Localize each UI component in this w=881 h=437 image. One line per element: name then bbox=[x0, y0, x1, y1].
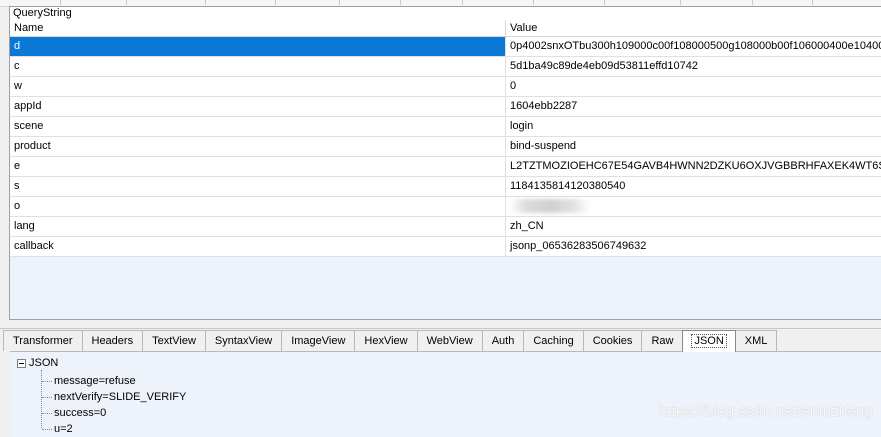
json-root-node[interactable]: JSON bbox=[17, 357, 58, 370]
tab-webview[interactable]: WebView bbox=[416, 330, 483, 351]
tree-branch-line bbox=[42, 397, 52, 398]
json-tree-item-label: nextVerify=SLIDE_VERIFY bbox=[54, 391, 187, 403]
querystring-panel: QueryString Name Value d 0p4002snxOTbu300… bbox=[9, 6, 881, 320]
tab-imageview[interactable]: ImageView bbox=[281, 330, 356, 351]
collapse-icon[interactable] bbox=[17, 359, 26, 368]
tab-label: WebView bbox=[426, 335, 473, 347]
tab-auth[interactable]: Auth bbox=[481, 330, 525, 351]
json-tree-item[interactable]: message=refuse bbox=[42, 375, 136, 388]
tab-hexview[interactable]: HexView bbox=[354, 330, 418, 351]
tab-label: HexView bbox=[364, 335, 408, 347]
cell-name: product bbox=[10, 137, 506, 156]
tab-cookies[interactable]: Cookies bbox=[582, 330, 643, 351]
json-tree-item-label: success=0 bbox=[54, 407, 107, 419]
cell-name: o bbox=[10, 197, 506, 216]
cell-value: 0p4002snxOTbu300h109000c00f108000500g108… bbox=[506, 37, 881, 56]
cell-name: appId bbox=[10, 97, 506, 116]
cell-value: 0 bbox=[510, 80, 517, 92]
cell-value: 1604ebb2287 bbox=[510, 100, 578, 112]
panel-splitter[interactable] bbox=[0, 320, 881, 329]
tab-xml[interactable]: XML bbox=[734, 330, 778, 351]
table-row[interactable]: appId 1604ebb2287 bbox=[10, 97, 881, 117]
tab-label: JSON bbox=[691, 334, 727, 348]
grid-rows: d 0p4002snxOTbu300h109000c00f108000500g10… bbox=[10, 37, 881, 257]
cell-name: callback bbox=[10, 237, 506, 256]
table-row[interactable]: o bbox=[10, 197, 881, 217]
json-tree-item[interactable]: success=0 bbox=[42, 407, 106, 420]
table-row[interactable]: product bind-suspend bbox=[10, 137, 881, 157]
table-row[interactable]: c 5d1ba49c89de4eb09d53811effd10742 bbox=[10, 57, 881, 77]
cell-value: bind-suspend bbox=[510, 140, 577, 152]
cell-name: c bbox=[10, 57, 506, 76]
tab-textview[interactable]: TextView bbox=[142, 330, 206, 351]
table-row[interactable]: e L2TZTMOZIOEHC67E54GAVB4HWNN2DZKU6OXJVGB… bbox=[10, 157, 881, 177]
cell-name: s bbox=[10, 177, 506, 196]
json-root-label: JSON bbox=[29, 357, 59, 369]
json-tree-item-label: u=2 bbox=[54, 423, 73, 435]
table-row[interactable]: scene login bbox=[10, 117, 881, 137]
table-row[interactable]: callback jsonp_06536283506749632 bbox=[10, 237, 881, 257]
json-tree-item[interactable]: nextVerify=SLIDE_VERIFY bbox=[42, 391, 186, 404]
watermark: https://blog.csdn.net/embzheng bbox=[658, 403, 873, 420]
tab-label: Auth bbox=[491, 335, 515, 347]
table-row[interactable]: d 0p4002snxOTbu300h109000c00f108000500g10… bbox=[10, 37, 881, 57]
grid-header: Name Value bbox=[10, 20, 881, 37]
cell-value bbox=[506, 197, 881, 216]
table-row[interactable]: lang zh_CN bbox=[10, 217, 881, 237]
cell-name: w bbox=[10, 77, 506, 96]
tree-branch-line bbox=[42, 413, 52, 414]
json-tree-item[interactable]: u=2 bbox=[42, 423, 73, 436]
tab-label: ImageView bbox=[291, 335, 346, 347]
json-tree-view[interactable]: JSON message=refuse nextVerify=SLIDE_VERI… bbox=[10, 351, 881, 437]
tree-branch-line bbox=[42, 381, 52, 382]
tab-label: Caching bbox=[533, 335, 574, 347]
response-tab-bar: Transformer Headers TextView SyntaxView Imag… bbox=[3, 330, 778, 352]
cell-value: jsonp_06536283506749632 bbox=[510, 240, 647, 252]
tab-label: Raw bbox=[651, 335, 674, 347]
tab-json[interactable]: JSON bbox=[682, 330, 736, 352]
tab-label: Transformer bbox=[13, 335, 73, 347]
tab-syntaxview[interactable]: SyntaxView bbox=[204, 330, 283, 351]
column-header-name[interactable]: Name bbox=[10, 20, 506, 36]
json-tree-item-label: message=refuse bbox=[54, 375, 136, 387]
cell-value: login bbox=[510, 120, 534, 132]
cell-value: zh_CN bbox=[510, 220, 544, 232]
cell-name: scene bbox=[10, 117, 506, 136]
tab-label: Headers bbox=[91, 335, 134, 347]
cell-value: L2TZTMOZIOEHC67E54GAVB4HWNN2DZKU6OXJVGBB… bbox=[510, 160, 881, 172]
redacted-value bbox=[510, 199, 590, 214]
tab-caching[interactable]: Caching bbox=[523, 330, 584, 351]
cell-name: lang bbox=[10, 217, 506, 236]
panel-title: QueryString bbox=[10, 7, 881, 19]
cell-value: 5d1ba49c89de4eb09d53811effd10742 bbox=[510, 60, 699, 72]
cell-value: 1184135814120380540 bbox=[510, 180, 626, 192]
column-header-value[interactable]: Value bbox=[506, 20, 881, 36]
tab-label: XML bbox=[744, 335, 768, 347]
tree-branch-line bbox=[42, 429, 52, 430]
cell-name: d bbox=[10, 37, 506, 56]
tab-label: SyntaxView bbox=[214, 335, 273, 347]
tab-raw[interactable]: Raw bbox=[641, 330, 684, 351]
tab-transformer[interactable]: Transformer bbox=[3, 330, 83, 351]
table-row[interactable]: w0 bbox=[10, 77, 881, 97]
cell-name: e bbox=[10, 157, 506, 176]
tab-label: Cookies bbox=[592, 335, 633, 347]
table-row[interactable]: s 1184135814120380540 bbox=[10, 177, 881, 197]
querystring-grid[interactable]: Name Value d 0p4002snxOTbu300h109000c00f1… bbox=[10, 20, 881, 319]
tab-label: TextView bbox=[152, 335, 196, 347]
tab-headers[interactable]: Headers bbox=[81, 330, 144, 351]
